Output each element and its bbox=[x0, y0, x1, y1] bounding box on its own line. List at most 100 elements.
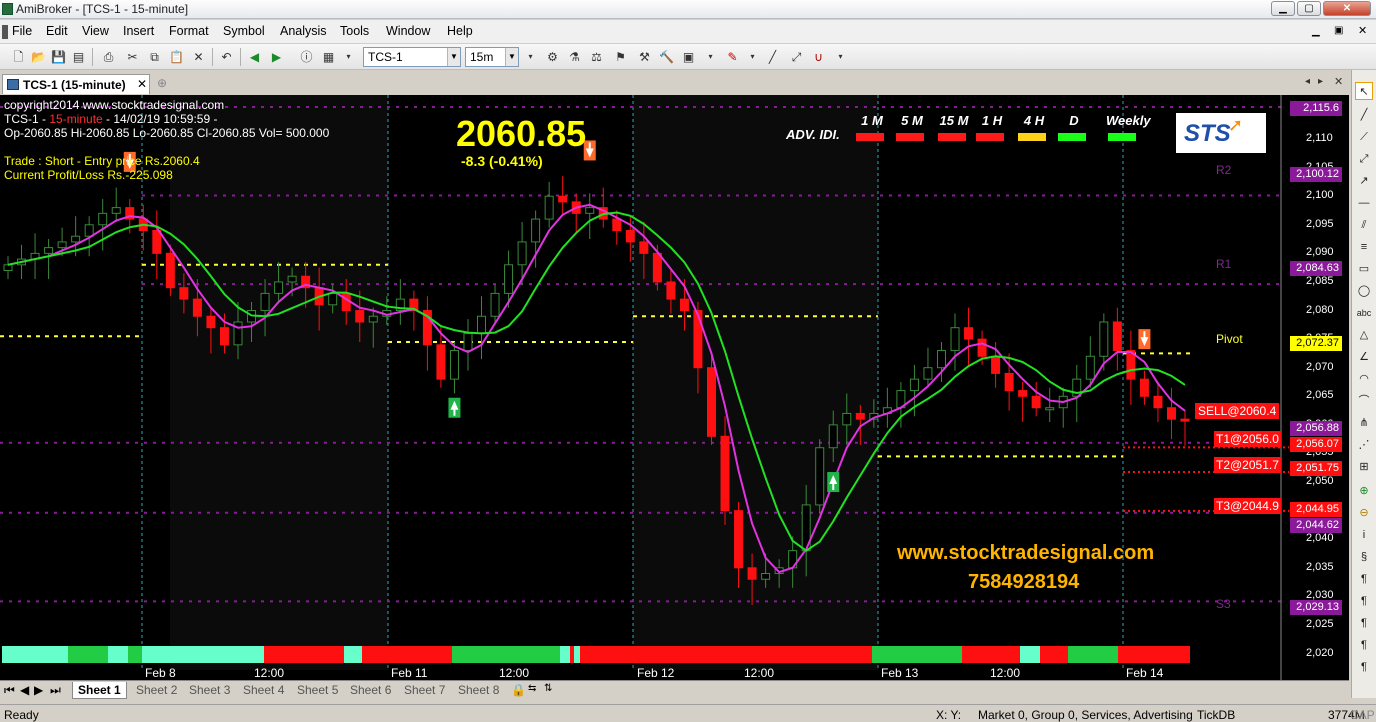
menu-format[interactable]: Format bbox=[169, 24, 209, 38]
next-sheet-icon[interactable]: ▶ bbox=[34, 683, 43, 697]
chevron-down-icon[interactable]: ▼ bbox=[505, 48, 518, 66]
ellipse-icon[interactable]: ◯ bbox=[1355, 282, 1373, 300]
save-all-icon[interactable]: ▤ bbox=[70, 49, 87, 65]
undo-icon[interactable]: ↶ bbox=[218, 49, 235, 65]
tab-tcs-1[interactable]: TCS-1 (15-minute) ✕ bbox=[2, 74, 150, 94]
magnet-icon[interactable]: ∪ bbox=[810, 49, 827, 65]
maximize-button[interactable]: ▢ bbox=[1297, 1, 1321, 16]
sheet-tab-6[interactable]: Sheet 6 bbox=[350, 683, 391, 697]
marker-5-icon[interactable]: ¶ bbox=[1355, 636, 1373, 654]
arc-icon[interactable]: ◠ bbox=[1355, 370, 1373, 388]
sheet-tab-8[interactable]: Sheet 8 bbox=[458, 683, 499, 697]
line-tool-icon[interactable]: ╱ bbox=[1355, 106, 1373, 124]
channel-icon[interactable]: ⫽ bbox=[1355, 216, 1373, 234]
chart-canvas[interactable] bbox=[0, 95, 1349, 684]
price-chart[interactable]: copyright2014 www.stocktradesignal.com T… bbox=[0, 95, 1349, 684]
pitchfork-icon[interactable]: ⋔ bbox=[1355, 414, 1373, 432]
extended-line-icon[interactable]: ⤢ bbox=[1355, 150, 1373, 168]
close-tab-icon[interactable]: ✕ bbox=[137, 77, 147, 91]
last-sheet-icon[interactable]: ⏭ bbox=[50, 683, 61, 698]
chevron-down-icon[interactable]: ▼ bbox=[447, 48, 460, 66]
sheet-tab-7[interactable]: Sheet 7 bbox=[404, 683, 445, 697]
draw-tool-icon[interactable]: ⤢ bbox=[788, 49, 805, 65]
regression-icon[interactable]: ∠ bbox=[1355, 348, 1373, 366]
tab-scroll-right-icon[interactable]: ▸ bbox=[1318, 76, 1323, 87]
sheet-tab-4[interactable]: Sheet 4 bbox=[243, 683, 284, 697]
close-button[interactable]: ✕ bbox=[1323, 1, 1371, 16]
marker-6-icon[interactable]: ¶ bbox=[1355, 658, 1373, 676]
triangle-icon[interactable]: △ bbox=[1355, 326, 1373, 344]
line-tool-icon[interactable]: ╱ bbox=[764, 49, 781, 65]
explore-icon[interactable]: ⚗ bbox=[566, 49, 583, 65]
hammer-icon[interactable]: 🔨 bbox=[658, 49, 675, 65]
marker-1-icon[interactable]: § bbox=[1355, 548, 1373, 566]
marker-3-icon[interactable]: ¶ bbox=[1355, 592, 1373, 610]
sheet-tab-3[interactable]: Sheet 3 bbox=[189, 683, 230, 697]
mdi-restore-icon[interactable]: ▣ bbox=[1334, 25, 1343, 36]
menu-tools[interactable]: Tools bbox=[340, 24, 369, 38]
toolbar-dropdown-icon[interactable]: ▾ bbox=[832, 49, 849, 65]
forward-icon[interactable]: ▶ bbox=[268, 49, 285, 65]
report-icon[interactable]: ▣ bbox=[680, 49, 697, 65]
menu-analysis[interactable]: Analysis bbox=[280, 24, 327, 38]
gann-fan-icon[interactable]: ⋰ bbox=[1355, 436, 1373, 454]
new-tab-icon[interactable]: ⊕ bbox=[157, 76, 167, 90]
symbol-info-icon[interactable]: ▦ bbox=[320, 49, 337, 65]
text-tool-icon[interactable]: abc bbox=[1355, 304, 1373, 322]
sheet-tab-1[interactable]: Sheet 1 bbox=[72, 682, 127, 699]
ray-tool-icon[interactable]: ⟋ bbox=[1355, 128, 1373, 146]
open-icon[interactable]: 📂 bbox=[30, 49, 47, 65]
zoom-in-icon[interactable]: ⊕ bbox=[1355, 482, 1373, 500]
tab-scroll-left-icon[interactable]: ◂ bbox=[1305, 76, 1310, 87]
menu-edit[interactable]: Edit bbox=[46, 24, 68, 38]
horizontal-line-icon[interactable]: — bbox=[1355, 194, 1373, 212]
prev-sheet-icon[interactable]: ◀ bbox=[20, 683, 29, 697]
save-icon[interactable]: 💾 bbox=[50, 49, 67, 65]
first-sheet-icon[interactable]: ⏮ bbox=[4, 683, 15, 698]
gann-square-icon[interactable]: ⊞ bbox=[1355, 458, 1373, 476]
copy-icon[interactable]: ⧉ bbox=[146, 49, 163, 65]
rectangle-icon[interactable]: ▭ bbox=[1355, 260, 1373, 278]
interval-combo[interactable]: 15m ▼ bbox=[465, 47, 519, 67]
cycle-icon[interactable]: ⌒ bbox=[1355, 392, 1373, 410]
pen-color-icon[interactable]: ✎ bbox=[724, 49, 741, 65]
sheet-tab-2[interactable]: Sheet 2 bbox=[136, 683, 177, 697]
sheet-options-icon[interactable]: ⇅ bbox=[544, 683, 552, 694]
marker-2-icon[interactable]: ¶ bbox=[1355, 570, 1373, 588]
paste-icon[interactable]: 📋 bbox=[168, 49, 185, 65]
sync-icon[interactable]: ⇆ bbox=[528, 683, 536, 694]
menu-view[interactable]: View bbox=[82, 24, 109, 38]
minimize-button[interactable]: ▁ bbox=[1271, 1, 1295, 16]
toolbar-dropdown-icon[interactable]: ▾ bbox=[522, 49, 539, 65]
tab-close-icon[interactable]: ✕ bbox=[1334, 75, 1343, 88]
zoom-out-icon[interactable]: ⊖ bbox=[1355, 504, 1373, 522]
info-tool-icon[interactable]: i bbox=[1355, 526, 1373, 544]
mdi-minimize-icon[interactable]: ▁ bbox=[1312, 26, 1320, 37]
symbol-combo[interactable]: TCS-1 ▼ bbox=[363, 47, 461, 67]
fibonacci-icon[interactable]: ≡ bbox=[1355, 238, 1373, 256]
arrow-line-icon[interactable]: ↗ bbox=[1355, 172, 1373, 190]
menu-window[interactable]: Window bbox=[386, 24, 430, 38]
mdi-close-icon[interactable]: ✕ bbox=[1358, 24, 1367, 37]
marker-4-icon[interactable]: ¶ bbox=[1355, 614, 1373, 632]
scan-icon[interactable]: ⚙ bbox=[544, 49, 561, 65]
toolbar-dropdown-icon[interactable]: ▾ bbox=[744, 49, 761, 65]
pointer-tool-icon[interactable]: ↖ bbox=[1355, 82, 1373, 100]
menu-symbol[interactable]: Symbol bbox=[223, 24, 265, 38]
menu-help[interactable]: Help bbox=[447, 24, 473, 38]
menu-insert[interactable]: Insert bbox=[123, 24, 154, 38]
toolbar-dropdown-icon[interactable]: ▾ bbox=[340, 49, 357, 65]
cut-icon[interactable]: ✂ bbox=[124, 49, 141, 65]
back-icon[interactable]: ◀ bbox=[246, 49, 263, 65]
print-icon[interactable]: ⎙ bbox=[100, 49, 117, 65]
delete-icon[interactable]: ✕ bbox=[190, 49, 207, 65]
sheet-tab-5[interactable]: Sheet 5 bbox=[297, 683, 338, 697]
menu-file[interactable]: File bbox=[12, 24, 32, 38]
backtest-icon[interactable]: ⚖ bbox=[588, 49, 605, 65]
toolbar-dropdown-icon[interactable]: ▾ bbox=[702, 49, 719, 65]
info-icon[interactable]: ⓘ bbox=[298, 49, 315, 65]
new-icon[interactable]: 🗋 bbox=[10, 49, 27, 65]
optimize-icon[interactable]: ⚑ bbox=[612, 49, 629, 65]
walk-forward-icon[interactable]: ⚒ bbox=[636, 49, 653, 65]
lock-icon[interactable]: 🔒 bbox=[511, 683, 526, 697]
